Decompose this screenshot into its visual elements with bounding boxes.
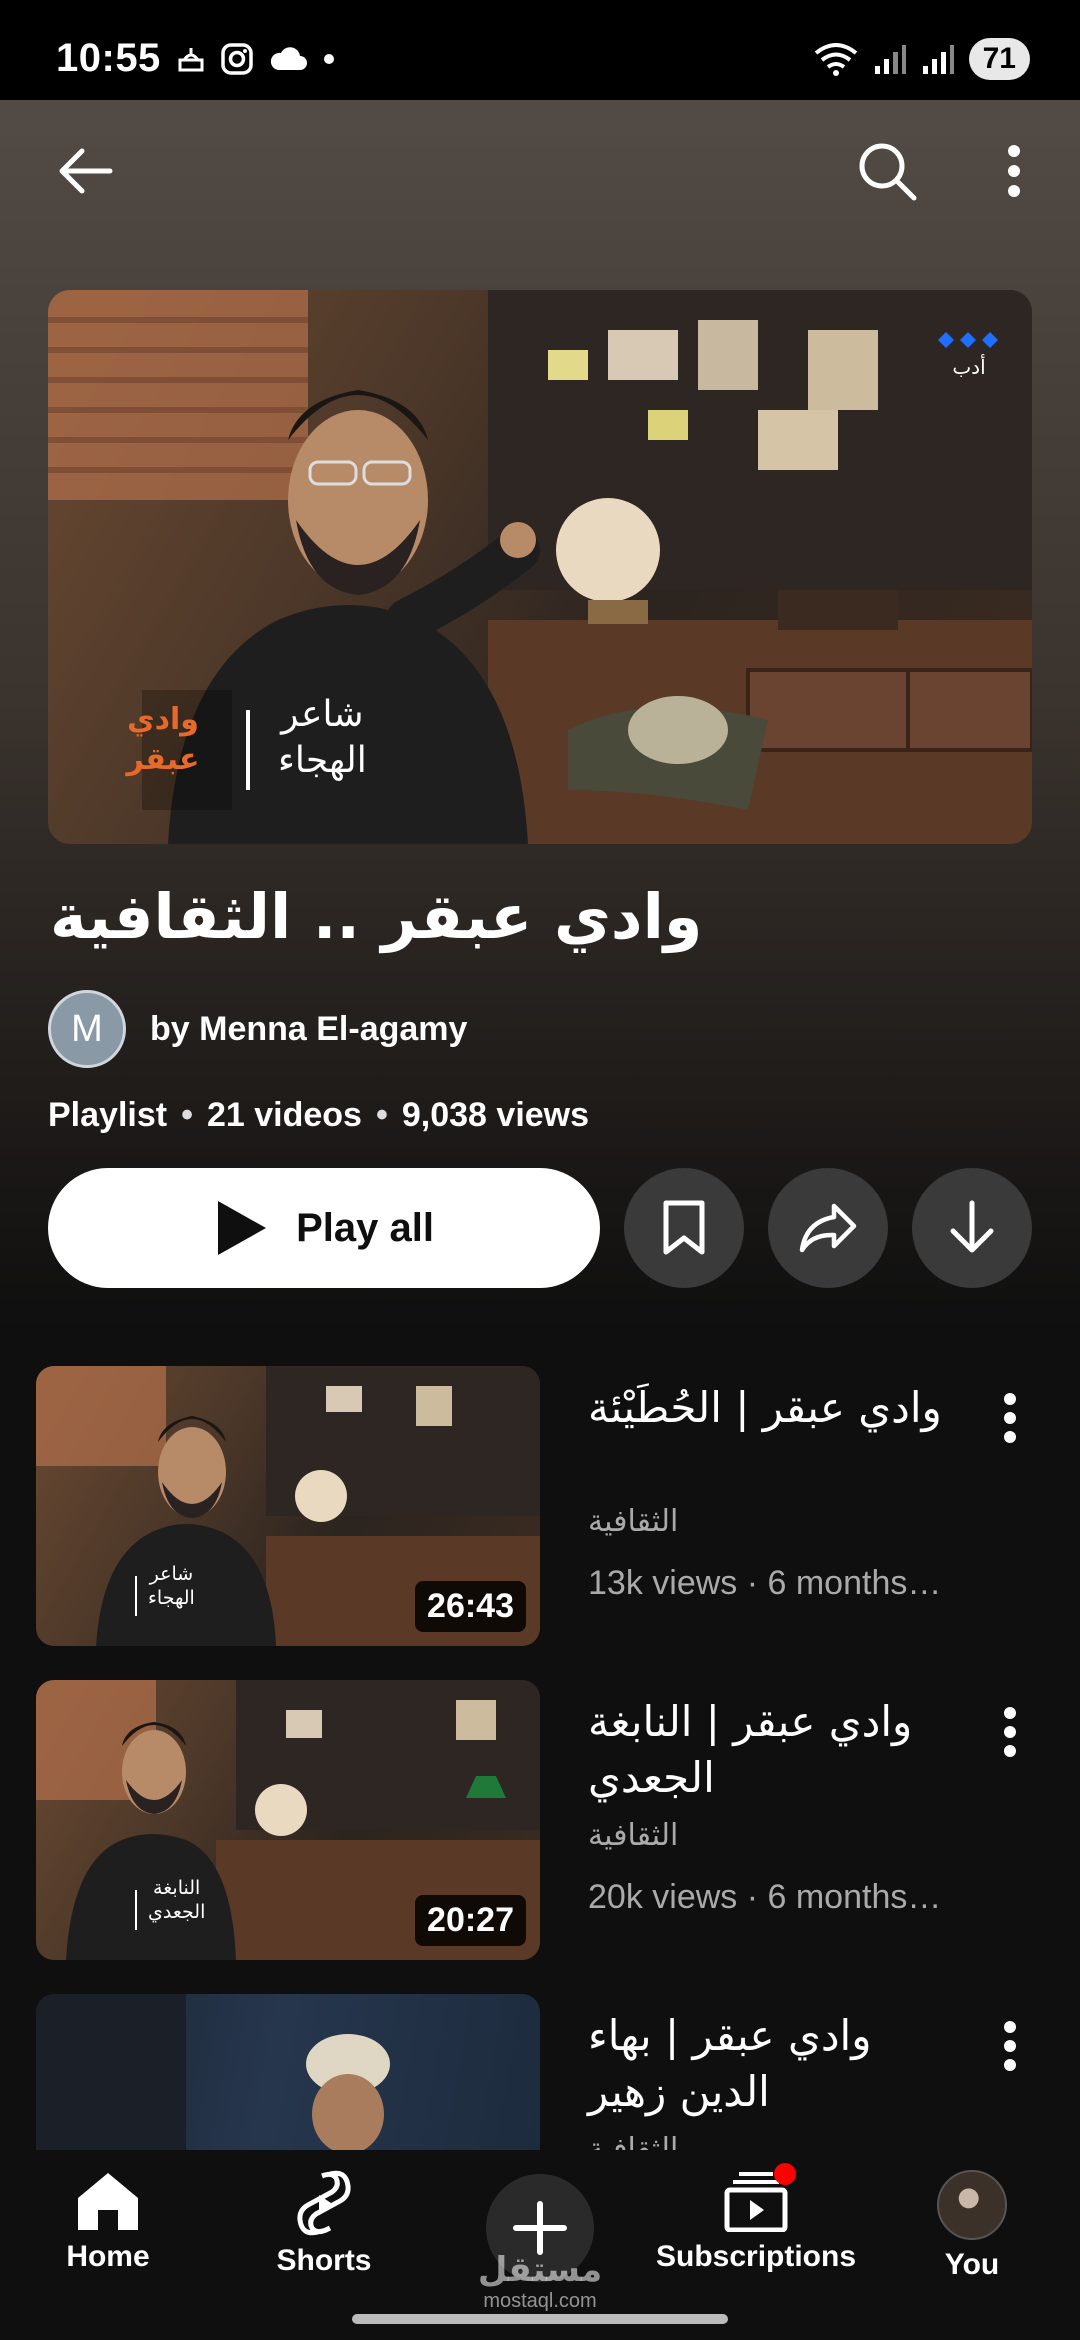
video-thumbnail[interactable]: شاعر الهجاء 26:43 <box>36 1366 540 1646</box>
back-button[interactable] <box>44 136 124 206</box>
save-playlist-button[interactable] <box>624 1168 744 1288</box>
status-notification-icons <box>176 42 336 76</box>
video-more-button[interactable] <box>992 2014 1028 2078</box>
hero-overlay-line2: الهجاء <box>278 740 367 781</box>
wifi-icon <box>814 43 857 76</box>
owner-avatar[interactable]: M <box>48 990 126 1068</box>
separator-dot: • <box>375 1096 388 1134</box>
brand-badge: أدب <box>936 330 1002 379</box>
back-arrow-icon <box>59 148 113 194</box>
video-title[interactable]: وادي عبقر | الحُطَيْئة <box>588 1380 968 1436</box>
video-count: 21 videos <box>206 1096 362 1134</box>
thumb-overlay-text: النابغة الجعدي <box>148 1876 205 1924</box>
play-all-button[interactable]: Play all <box>48 1168 600 1288</box>
notification-dot-icon <box>774 2163 796 2185</box>
video-more-button[interactable] <box>992 1386 1028 1450</box>
video-list-item[interactable]: وادي عبقر | بهاء الدين زهير الثقافية <box>0 1994 1080 2150</box>
dot-icon <box>324 54 334 64</box>
video-title[interactable]: وادي عبقر | بهاء الدين زهير <box>588 2008 968 2120</box>
bookmark-icon <box>663 1200 705 1255</box>
plus-icon <box>513 2201 567 2255</box>
status-bar: 10:55 71 <box>0 0 1080 100</box>
instagram-icon <box>221 43 253 75</box>
status-system-icons: 71 <box>813 38 1030 80</box>
nav-home[interactable]: Home <box>8 2170 208 2274</box>
video-duration: 26:43 <box>415 1581 526 1632</box>
nav-subscriptions[interactable]: Subscriptions <box>655 2163 857 2274</box>
battery-indicator: 71 <box>968 38 1030 80</box>
thumb-overlay-line1: النابغة <box>153 1877 201 1899</box>
nav-subscriptions-label: Subscriptions <box>655 2240 857 2273</box>
nav-home-label: Home <box>66 2240 150 2273</box>
video-thumbnail[interactable]: النابغة الجعدي 20:27 <box>36 1680 540 1960</box>
playlist-type: Playlist <box>48 1096 168 1134</box>
video-list: شاعر الهجاء 26:43 وادي عبقر | الحُطَيْئة… <box>0 1360 1080 2150</box>
share-icon <box>799 1203 857 1253</box>
playlist-meta: Playlist • 21 videos • 9,038 views <box>48 1096 589 1135</box>
play-all-label: Play all <box>296 1205 434 1250</box>
thumb-overlay-line2: الجعدي <box>148 1901 206 1923</box>
video-list-item[interactable]: شاعر الهجاء 26:43 وادي عبقر | الحُطَيْئة… <box>0 1366 1080 1656</box>
hero-overlay-line1: شاعر <box>281 694 364 735</box>
home-icon <box>78 2173 138 2230</box>
watermark: مستقل mostaql.com <box>470 2250 610 2313</box>
watermark-arabic: مستقل <box>477 2250 603 2290</box>
thumb-overlay-text: شاعر الهجاء <box>148 1562 195 1610</box>
video-channel: الثقافية <box>588 2132 679 2150</box>
cloud-icon <box>270 47 307 70</box>
more-vert-icon <box>1004 1393 1016 1443</box>
video-list-item[interactable]: النابغة الجعدي 20:27 وادي عبقر | النابغة… <box>0 1680 1080 1970</box>
nav-shorts-label: Shorts <box>276 2244 372 2277</box>
signal-icon <box>874 45 906 74</box>
separator-dot: • <box>181 1096 193 1134</box>
download-button[interactable] <box>912 1168 1032 1288</box>
more-vert-icon <box>1008 145 1020 197</box>
playlist-hero-thumbnail[interactable]: شاعر الهجاء وادي عبقر أدب <box>48 290 1032 844</box>
video-stats: 13k views · 6 months… <box>588 1564 942 1602</box>
thumb-overlay-line2: الهجاء <box>148 1587 195 1609</box>
nav-you[interactable]: You <box>872 2170 1072 2282</box>
owner-name[interactable]: by Menna El-agamy <box>150 1010 467 1049</box>
brand-dots-icon <box>938 332 998 348</box>
view-count: 9,038 views <box>401 1096 590 1134</box>
bottom-navigation: Home Shorts مستقل mostaql.com Subscripti… <box>0 2150 1080 2340</box>
video-channel: الثقافية <box>588 1504 679 1539</box>
video-more-button[interactable] <box>992 1700 1028 1764</box>
playlist-actions: Play all <box>48 1168 1032 1288</box>
download-icon <box>950 1200 994 1253</box>
play-icon <box>218 1201 267 1255</box>
search-icon <box>859 143 917 201</box>
search-button[interactable] <box>852 136 922 206</box>
shorts-icon <box>297 2170 351 2236</box>
video-duration: 20:27 <box>415 1895 526 1946</box>
video-stats: 20k views · 6 months… <box>588 1878 942 1916</box>
status-time: 10:55 <box>56 36 161 80</box>
hero-overlay-text: شاعر الهجاء <box>278 692 367 784</box>
playlist-owner-row[interactable]: M by Menna El-agamy <box>48 990 467 1068</box>
mosque-icon <box>178 48 204 72</box>
more-options-button[interactable] <box>994 136 1034 206</box>
nav-you-label: You <box>944 2248 1000 2281</box>
nav-shorts[interactable]: Shorts <box>224 2170 424 2278</box>
watermark-url: mostaql.com <box>483 2290 597 2312</box>
playlist-title: وادي عبقر .. الثقافية <box>50 880 703 953</box>
thumb-overlay-line1: شاعر <box>149 1563 194 1585</box>
brand-text: أدب <box>952 355 986 379</box>
more-vert-icon <box>1004 1707 1016 1757</box>
subscriptions-icon-wrap <box>721 2163 796 2233</box>
video-title[interactable]: وادي عبقر | النابغة الجعدي <box>588 1694 968 1806</box>
hero-logo-text: وادي عبقر <box>126 702 200 777</box>
thumb-scene <box>36 1994 390 2150</box>
more-vert-icon <box>1004 2021 1016 2071</box>
top-app-bar <box>0 100 1080 240</box>
signal-icon-2 <box>922 45 954 74</box>
video-thumbnail[interactable] <box>36 1994 540 2150</box>
profile-avatar <box>937 2170 1007 2240</box>
share-button[interactable] <box>768 1168 888 1288</box>
video-channel: الثقافية <box>588 1818 679 1853</box>
gesture-home-indicator[interactable] <box>352 2314 728 2324</box>
